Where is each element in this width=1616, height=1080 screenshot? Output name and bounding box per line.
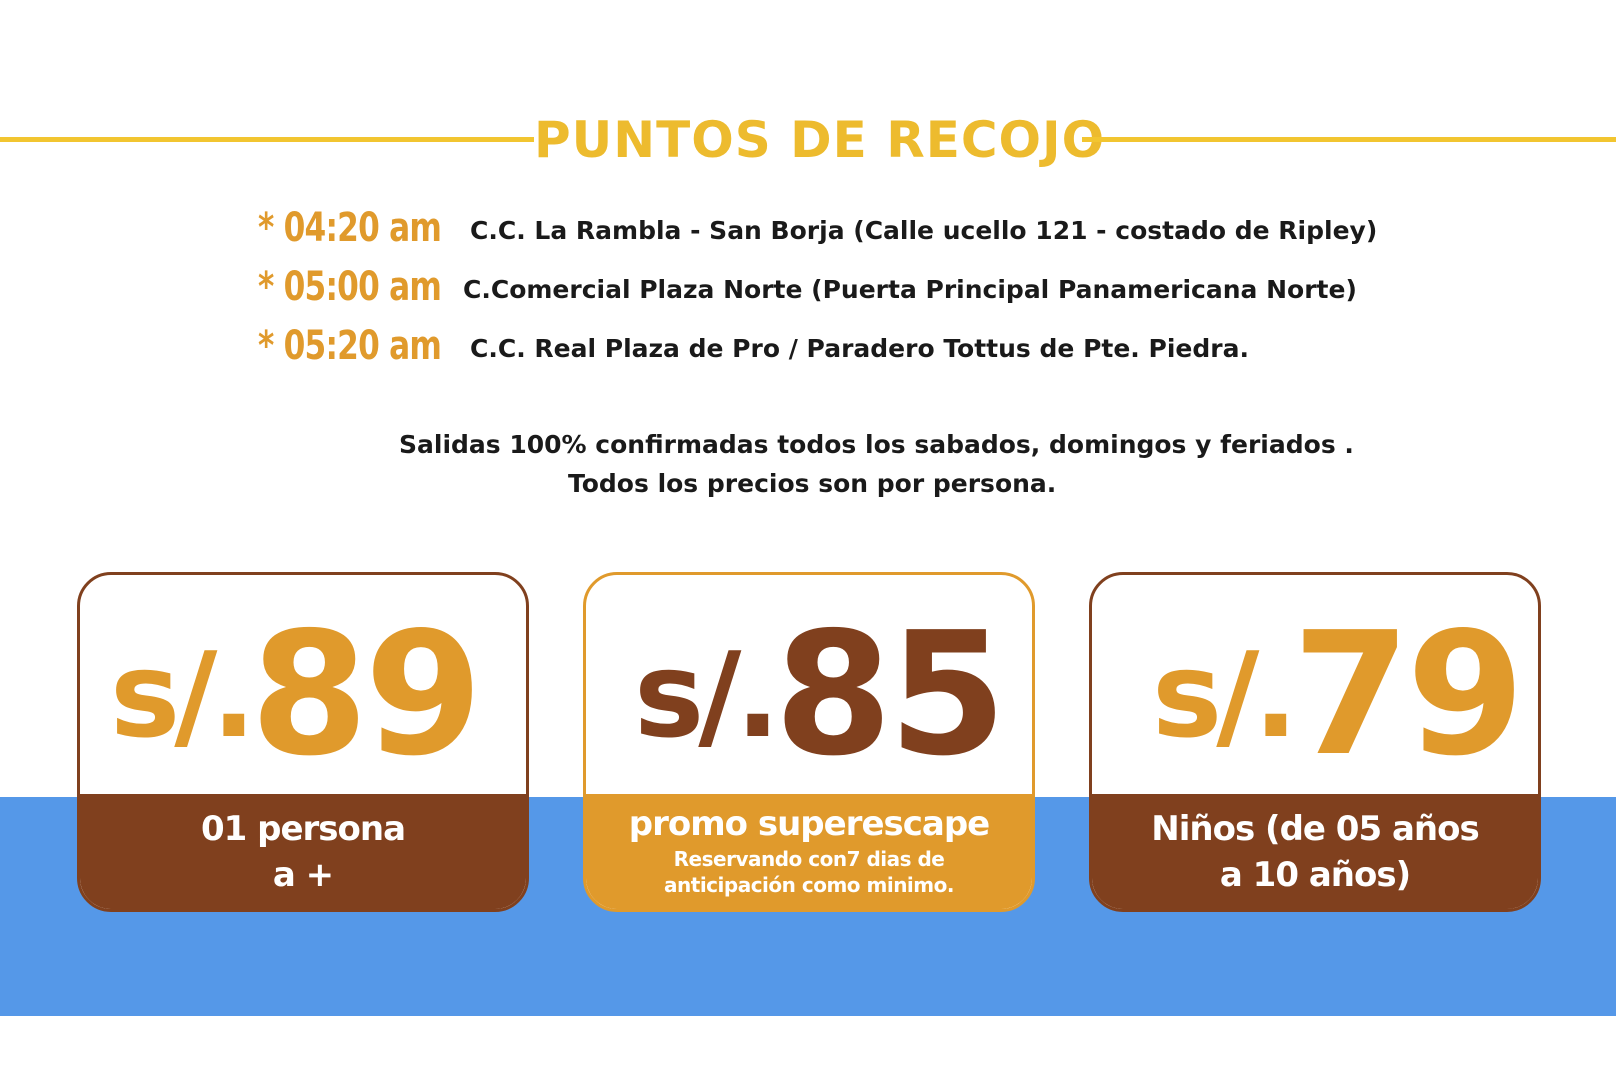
price-sublabel: Reservando con7 dias de <box>673 846 945 871</box>
price-amount: 79 <box>1292 596 1525 794</box>
price-value: s/.85 <box>634 596 1007 794</box>
price-card-footer: Niños (de 05 años a 10 años) <box>1092 794 1538 909</box>
header-divider-right <box>1082 137 1616 142</box>
price-amount: 85 <box>774 596 1007 794</box>
pickup-time: * 04:20 am <box>258 205 442 251</box>
price-card-children: s/.79 Niños (de 05 años a 10 años) <box>1089 572 1541 912</box>
price-label-line2: a 10 años) <box>1219 854 1411 895</box>
price-value: s/.89 <box>110 596 483 794</box>
price-amount: 89 <box>250 596 483 794</box>
price-currency: s/. <box>110 626 256 764</box>
price-card-footer: promo superescape Reservando con7 dias d… <box>586 794 1032 909</box>
departures-note: Salidas 100% confirmadas todos los sabad… <box>399 430 1354 459</box>
pickup-place: C.C. Real Plaza de Pro / Paradero Tottus… <box>470 334 1249 363</box>
pickup-row: * 04:20 am C.C. La Rambla - San Borja (C… <box>258 204 1438 263</box>
price-label: Niños (de 05 años <box>1151 808 1479 849</box>
pickup-place: C.Comercial Plaza Norte (Puerta Principa… <box>463 275 1357 304</box>
pickup-row: * 05:20 am C.C. Real Plaza de Pro / Para… <box>258 322 1438 381</box>
pickup-list: * 04:20 am C.C. La Rambla - San Borja (C… <box>258 204 1438 381</box>
price-value: s/.79 <box>1152 596 1525 794</box>
header-divider-left <box>0 137 534 142</box>
pickup-place: C.C. La Rambla - San Borja (Calle ucello… <box>470 216 1378 245</box>
pricing-page: PUNTOS DE RECOJO * 04:20 am C.C. La Ramb… <box>0 0 1616 1080</box>
pickup-time: * 05:20 am <box>258 323 442 369</box>
pickup-row: * 05:00 am C.Comercial Plaza Norte (Puer… <box>258 263 1438 322</box>
price-card-footer: 01 persona a + <box>80 794 526 909</box>
price-label: 01 persona <box>200 808 406 849</box>
section-header: PUNTOS DE RECOJO <box>0 108 1616 172</box>
price-card-adult: s/.89 01 persona a + <box>77 572 529 912</box>
page-title: PUNTOS DE RECOJO <box>534 111 1106 169</box>
price-label-line2: a + <box>272 854 334 895</box>
price-sublabel-line2: anticipación como minimo. <box>664 872 954 897</box>
price-label: promo superescape <box>628 803 990 844</box>
price-card-promo: s/.85 promo superescape Reservando con7 … <box>583 572 1035 912</box>
price-currency: s/. <box>634 626 780 764</box>
pickup-time: * 05:00 am <box>258 264 442 310</box>
per-person-note: Todos los precios son por persona. <box>568 469 1057 498</box>
price-currency: s/. <box>1152 626 1298 764</box>
